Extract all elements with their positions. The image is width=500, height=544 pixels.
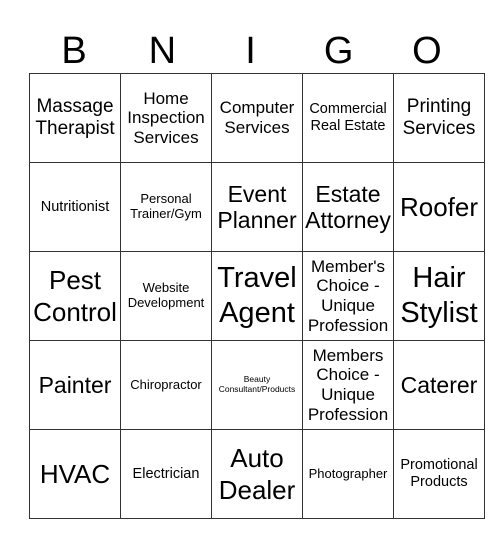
bingo-header: B N I G O bbox=[30, 30, 471, 72]
card-row: Nutritionist Personal Trainer/Gym Event … bbox=[29, 162, 485, 252]
card-row: Massage Therapist Home Inspection Servic… bbox=[29, 73, 485, 163]
bingo-cell[interactable]: Printing Services bbox=[393, 73, 485, 163]
bingo-cell[interactable]: Travel Agent bbox=[211, 251, 303, 341]
bingo-cell[interactable]: Pest Control bbox=[29, 251, 121, 341]
card-row: HVAC Electrician Auto Dealer Photographe… bbox=[29, 429, 485, 519]
bingo-cell[interactable]: Estate Attorney bbox=[302, 162, 394, 252]
bingo-cell[interactable]: Members Choice - Unique Profession bbox=[302, 340, 394, 430]
bingo-cell[interactable]: HVAC bbox=[29, 429, 121, 519]
bingo-cell[interactable]: Painter bbox=[29, 340, 121, 430]
bingo-cell[interactable]: Promotional Products bbox=[393, 429, 485, 519]
bingo-cell[interactable]: Chiropractor bbox=[120, 340, 212, 430]
bingo-cell[interactable]: Auto Dealer bbox=[211, 429, 303, 519]
header-letter-n: I bbox=[245, 30, 256, 72]
bingo-cell[interactable]: Massage Therapist bbox=[29, 73, 121, 163]
bingo-cell[interactable]: Photographer bbox=[302, 429, 394, 519]
bingo-cell[interactable]: Member's Choice - Unique Profession bbox=[302, 251, 394, 341]
header-letter-b: B bbox=[61, 30, 87, 72]
header-letter-i: N bbox=[148, 30, 177, 72]
bingo-cell[interactable]: Event Planner bbox=[211, 162, 303, 252]
bingo-cell[interactable]: Website Development bbox=[120, 251, 212, 341]
bingo-cell[interactable]: Electrician bbox=[120, 429, 212, 519]
bingo-cell[interactable]: Home Inspection Services bbox=[120, 73, 212, 163]
card-row: Pest Control Website Development Travel … bbox=[29, 251, 485, 341]
bingo-cell[interactable]: Caterer bbox=[393, 340, 485, 430]
bingo-card: Massage Therapist Home Inspection Servic… bbox=[29, 73, 485, 519]
bingo-cell[interactable]: Beauty Consultant/Products bbox=[211, 340, 303, 430]
bingo-cell[interactable]: Personal Trainer/Gym bbox=[120, 162, 212, 252]
bingo-cell[interactable]: Hair Stylist bbox=[393, 251, 485, 341]
bingo-cell[interactable]: Roofer bbox=[393, 162, 485, 252]
card-row: Painter Chiropractor Beauty Consultant/P… bbox=[29, 340, 485, 430]
bingo-cell[interactable]: Computer Services bbox=[211, 73, 303, 163]
header-letter-g: G bbox=[323, 30, 354, 72]
bingo-cell[interactable]: Nutritionist bbox=[29, 162, 121, 252]
bingo-cell[interactable]: Commercial Real Estate bbox=[302, 73, 394, 163]
header-letter-o: O bbox=[412, 30, 442, 72]
